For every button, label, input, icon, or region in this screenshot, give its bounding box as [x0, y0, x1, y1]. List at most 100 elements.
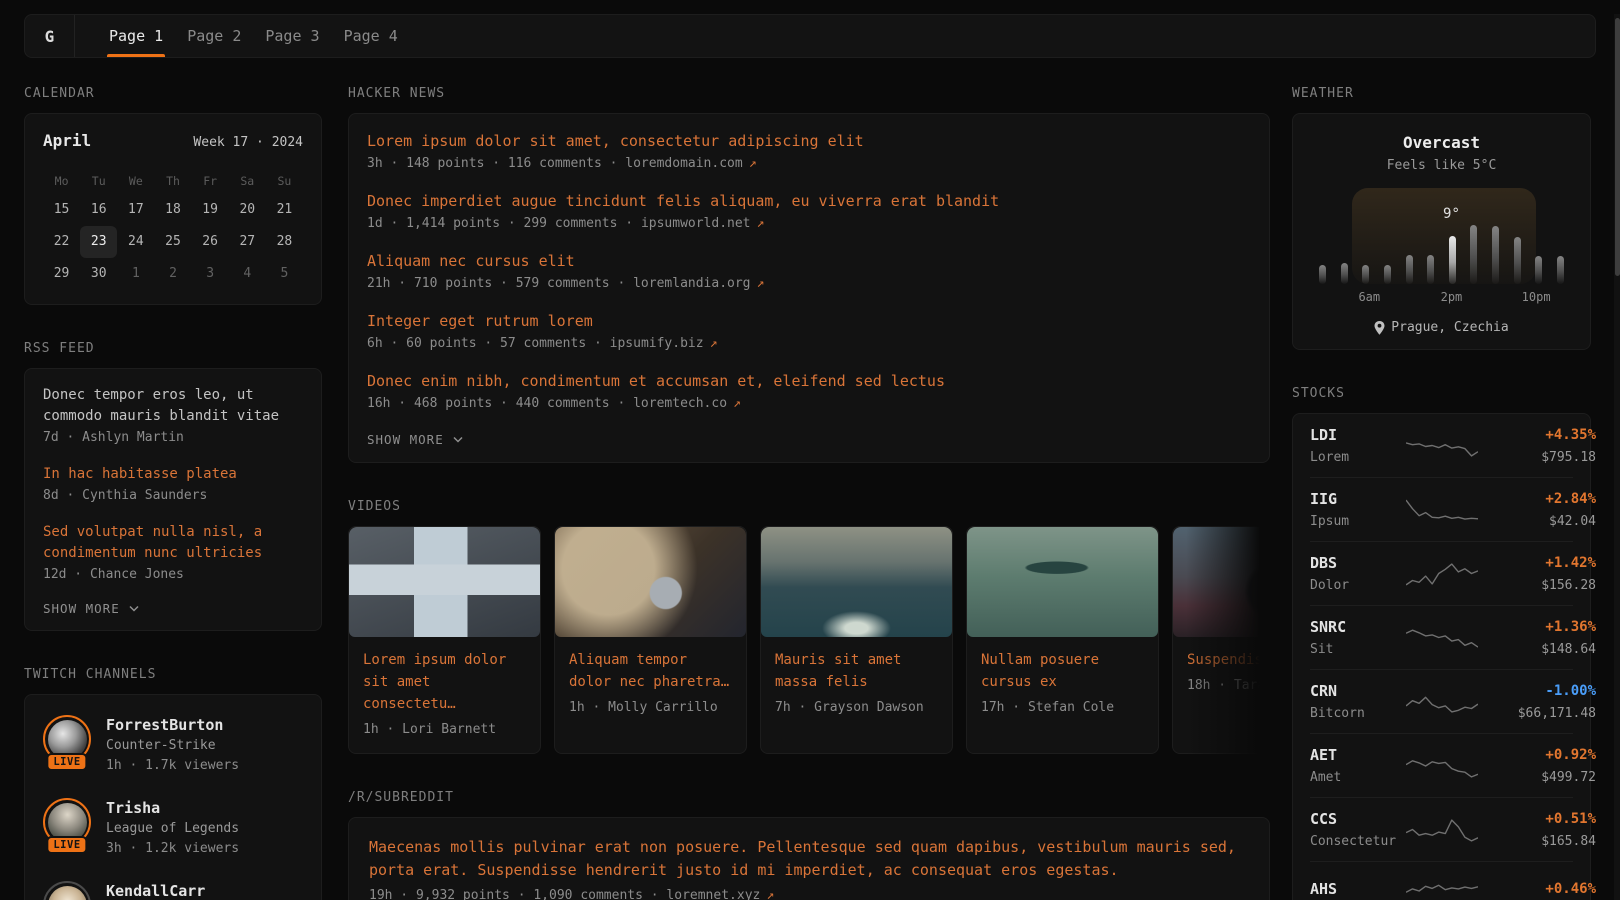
calendar-day[interactable]: 20: [229, 194, 266, 226]
stock-row[interactable]: CRNBitcorn -1.00%$66,171.48: [1310, 669, 1573, 733]
stock-row[interactable]: IIGIpsum +2.84%$42.04: [1310, 477, 1573, 541]
video-card[interactable]: Lorem ipsum dolor sit amet consectetu… 1…: [348, 526, 541, 754]
stock-row[interactable]: CCSConsectetur +0.51%$165.84: [1310, 797, 1573, 861]
calendar-day[interactable]: 29: [43, 258, 80, 290]
rss-item-title[interactable]: Donec tempor eros leo, ut commodo mauris…: [43, 385, 303, 427]
weather-bar[interactable]: [1427, 255, 1434, 284]
weather-bar[interactable]: [1557, 256, 1564, 284]
tab-page-2[interactable]: Page 2: [175, 15, 253, 57]
rss-show-more-button[interactable]: SHOW MORE: [43, 601, 303, 616]
calendar-day[interactable]: 22: [43, 226, 80, 258]
video-title[interactable]: Lorem ipsum dolor sit amet consectetu…: [363, 649, 526, 715]
calendar-day[interactable]: 16: [80, 194, 117, 226]
hn-story-domain[interactable]: loremlandia.org↗: [633, 276, 764, 291]
calendar-day[interactable]: 3: [192, 258, 229, 290]
video-card[interactable]: Mauris sit amet massa felis 7h · Grayson…: [760, 526, 953, 754]
calendar-day[interactable]: 15: [43, 194, 80, 226]
hn-story-domain[interactable]: ipsumify.biz↗: [610, 336, 718, 351]
video-card[interactable]: Nullam posuere cursus ex 17h · Stefan Co…: [966, 526, 1159, 754]
stock-ticker: AET: [1310, 746, 1406, 765]
calendar-day[interactable]: 21: [266, 194, 303, 226]
calendar-day[interactable]: 5: [266, 258, 303, 290]
weather-heading: WEATHER: [1292, 86, 1591, 101]
weather-bar-current[interactable]: [1449, 236, 1456, 284]
calendar-day[interactable]: 4: [229, 258, 266, 290]
stock-sparkline: [1406, 685, 1478, 719]
calendar-day[interactable]: 30: [80, 258, 117, 290]
app-logo[interactable]: G: [25, 15, 74, 57]
weather-condition: Overcast: [1309, 132, 1574, 154]
video-thumbnail[interactable]: [349, 527, 540, 637]
calendar-day[interactable]: 24: [117, 226, 154, 258]
weather-bar[interactable]: [1535, 256, 1542, 284]
video-thumbnail[interactable]: [555, 527, 746, 637]
page-scrollbar[interactable]: [1614, 14, 1620, 900]
weather-bar[interactable]: [1406, 255, 1413, 284]
stocks-heading: STOCKS: [1292, 386, 1591, 401]
rss-item-title[interactable]: Sed volutpat nulla nisl, a condimentum n…: [43, 522, 303, 564]
calendar-day[interactable]: 2: [154, 258, 191, 290]
video-thumbnail[interactable]: [967, 527, 1158, 637]
calendar-day[interactable]: 26: [192, 226, 229, 258]
channel-name[interactable]: Trisha: [106, 799, 160, 817]
video-title[interactable]: Aliquam tempor dolor nec pharetra…: [569, 649, 732, 693]
video-meta: 17h · Stefan Cole: [981, 700, 1144, 715]
weather-bar[interactable]: [1384, 265, 1391, 284]
hn-story-domain[interactable]: loremdomain.com↗: [625, 156, 756, 171]
reddit-post-domain[interactable]: loremnet.xyz↗: [666, 888, 774, 900]
video-thumbnail[interactable]: [761, 527, 952, 637]
stock-change: +0.92%: [1478, 746, 1596, 765]
hn-story-title[interactable]: Donec imperdiet augue tincidunt felis al…: [367, 191, 1251, 211]
video-title[interactable]: Suspendisse diam: [1187, 649, 1270, 671]
tab-page-4[interactable]: Page 4: [332, 15, 410, 57]
stock-row[interactable]: DBSDolor +1.42%$156.28: [1310, 541, 1573, 605]
stock-row[interactable]: AHS +0.46%: [1310, 861, 1573, 900]
hn-story-domain[interactable]: loremtech.co↗: [633, 396, 741, 411]
hn-story-title[interactable]: Donec enim nibh, condimentum et accumsan…: [367, 371, 1251, 391]
weather-bar[interactable]: [1514, 237, 1521, 284]
rss-item-title[interactable]: In hac habitasse platea: [43, 464, 303, 485]
weather-bar[interactable]: [1470, 225, 1477, 284]
video-title[interactable]: Mauris sit amet massa felis: [775, 649, 938, 693]
stock-price: $165.84: [1478, 833, 1596, 850]
calendar-day[interactable]: 28: [266, 226, 303, 258]
tab-page-3[interactable]: Page 3: [253, 15, 331, 57]
right-column: WEATHER Overcast Feels like 5°C: [1292, 86, 1591, 900]
weather-bar[interactable]: [1341, 263, 1348, 284]
stock-row[interactable]: SNRCSit +1.36%$148.64: [1310, 605, 1573, 669]
scrollbar-thumb[interactable]: [1615, 18, 1620, 276]
video-card[interactable]: Aliquam tempor dolor nec pharetra… 1h · …: [554, 526, 747, 754]
twitch-channel[interactable]: LIVE Trisha League of Legends 3h · 1.2k …: [43, 798, 303, 859]
stock-row[interactable]: AETAmet +0.92%$499.72: [1310, 733, 1573, 797]
stock-row[interactable]: LDILorem +4.35%$795.18: [1310, 414, 1573, 477]
tab-page-1[interactable]: Page 1: [97, 15, 175, 57]
calendar-day[interactable]: 25: [154, 226, 191, 258]
channel-name[interactable]: KendallCarr: [106, 882, 205, 900]
video-title[interactable]: Nullam posuere cursus ex: [981, 649, 1144, 693]
calendar-day[interactable]: 1: [117, 258, 154, 290]
live-badge: LIVE: [46, 753, 87, 771]
twitch-channel[interactable]: LIVE ForrestBurton Counter-Strike 1h · 1…: [43, 715, 303, 776]
calendar-day[interactable]: 27: [229, 226, 266, 258]
reddit-post-title[interactable]: Maecenas mollis pulvinar erat non posuer…: [369, 836, 1249, 882]
calendar-day-selected[interactable]: 23: [80, 226, 117, 258]
subreddit-widget: Maecenas mollis pulvinar erat non posuer…: [348, 817, 1270, 900]
external-link-icon: ↗: [757, 276, 765, 291]
calendar-day[interactable]: 18: [154, 194, 191, 226]
hn-story-domain[interactable]: ipsumworld.net↗: [641, 216, 764, 231]
channel-name[interactable]: ForrestBurton: [106, 716, 223, 734]
video-card[interactable]: Suspendisse diam 18h · Tara: [1172, 526, 1270, 754]
hn-show-more-button[interactable]: SHOW MORE: [367, 432, 1251, 447]
weather-bar[interactable]: [1362, 265, 1369, 284]
weather-bar[interactable]: [1492, 226, 1499, 284]
video-thumbnail[interactable]: [1173, 527, 1270, 637]
twitch-channel[interactable]: KendallCarr: [43, 881, 303, 900]
calendar-day[interactable]: 17: [117, 194, 154, 226]
hn-story-title[interactable]: Integer eget rutrum lorem: [367, 311, 1251, 331]
hn-story: Integer eget rutrum lorem 6h · 60 points…: [367, 311, 1251, 354]
rss-heading: RSS FEED: [24, 341, 322, 356]
hn-story-title[interactable]: Aliquam nec cursus elit: [367, 251, 1251, 271]
hn-story-title[interactable]: Lorem ipsum dolor sit amet, consectetur …: [367, 131, 1251, 151]
calendar-day[interactable]: 19: [192, 194, 229, 226]
weather-bar[interactable]: [1319, 265, 1326, 284]
